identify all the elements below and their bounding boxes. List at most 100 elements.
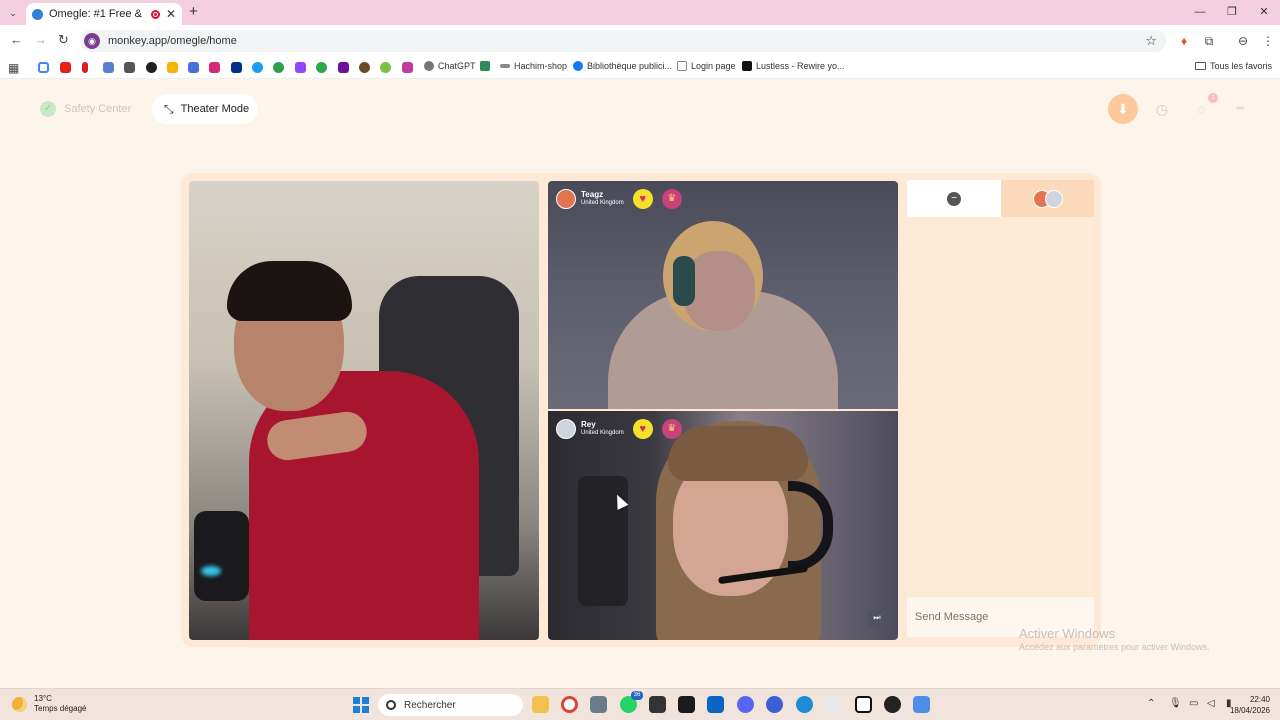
bookmark-bibliotheque[interactable]: Bibliothèque publici... <box>573 61 672 71</box>
headphones-image <box>673 256 695 306</box>
browser-menu-icon[interactable]: ⋮ <box>1261 34 1275 48</box>
taskbar-search[interactable]: Rechercher <box>378 694 523 716</box>
bookmark-bar-icon <box>500 64 510 68</box>
all-bookmarks[interactable]: Tous les favoris <box>1194 61 1272 71</box>
twitch-bookmark-icon[interactable] <box>295 62 306 73</box>
profile-icon[interactable]: ⊖ <box>1236 34 1250 48</box>
github-bookmark-icon[interactable] <box>146 62 157 73</box>
windows-activation-watermark: Activer Windows Accédez aux paramètres p… <box>1019 626 1210 652</box>
tiktok-icon <box>742 61 752 71</box>
microsoft-bookmark-icon[interactable] <box>167 62 178 73</box>
address-toolbar: ← → ↻ ◉ monkey.app/omegle/home ☆ ♦ ⧉ ⊖ ⋮ <box>0 25 1280 57</box>
maximize-window-icon[interactable]: ❐ <box>1216 0 1248 25</box>
user-country: United Kingdom <box>581 430 624 436</box>
apps-grid-icon[interactable]: ▦ <box>8 61 19 75</box>
figma-icon[interactable] <box>678 696 695 713</box>
chat-tab-participants[interactable] <box>1001 180 1094 217</box>
expand-icon: ⤡ <box>164 101 174 116</box>
watermark-subtitle: Accédez aux paramètres pour activer Wind… <box>1019 642 1210 652</box>
url-text: monkey.app/omegle/home <box>108 35 237 47</box>
download-button[interactable]: ⬇ <box>1108 94 1138 124</box>
system-clock[interactable]: 22:40 18/04/2026 <box>1230 694 1270 716</box>
user-tag-bottom[interactable]: Rey United Kingdom ♥ ♛ <box>556 418 682 440</box>
heart-icon[interactable]: ♥ <box>632 189 653 209</box>
capcut-icon[interactable] <box>649 696 666 713</box>
theater-mode-button[interactable]: ⤡ Theater Mode <box>152 94 258 124</box>
edge-icon[interactable] <box>796 696 813 713</box>
mic-light-image <box>201 566 221 576</box>
messenger-bookmark-icon[interactable] <box>188 62 199 73</box>
paypal-bookmark-icon[interactable] <box>231 62 242 73</box>
microphone-icon[interactable]: 🎙︎ <box>1169 698 1182 709</box>
tool-app-icon[interactable] <box>825 696 842 713</box>
avatar <box>556 189 576 209</box>
calculator-icon[interactable] <box>590 696 607 713</box>
windows-taskbar: 13°C Temps dégagé Rechercher 36 ⌃ 🎙︎ ▭ ◁… <box>0 688 1280 720</box>
app-icon[interactable] <box>766 696 783 713</box>
netflix-bookmark-icon[interactable] <box>82 62 88 73</box>
youtube-bookmark-icon[interactable] <box>60 62 71 73</box>
reload-icon[interactable]: ↻ <box>58 32 69 48</box>
new-tab-plus-icon[interactable]: + <box>189 3 198 20</box>
translate-bookmark-icon[interactable] <box>103 62 114 73</box>
bookmark-chatgpt[interactable]: ChatGPT <box>424 61 476 71</box>
notification-badge: 1 <box>1208 93 1218 103</box>
minimize-window-icon[interactable]: — <box>1184 0 1216 25</box>
bookmark-app-icon[interactable] <box>402 62 413 73</box>
safety-center-link[interactable]: ✓ Safety Center <box>40 95 131 123</box>
bookmark-star-icon[interactable]: ☆ <box>1145 33 1157 49</box>
bookmark-app-icon[interactable] <box>273 62 284 73</box>
bookmark-hachim-shop[interactable]: Hachim-shop <box>500 61 567 71</box>
file-explorer-icon[interactable] <box>532 696 549 713</box>
metamask-extension-icon[interactable]: ♦ <box>1177 34 1191 48</box>
app-icon[interactable] <box>913 696 930 713</box>
start-windows-icon[interactable] <box>353 697 369 713</box>
tool-bookmark-icon[interactable] <box>124 62 135 73</box>
search-icon <box>386 700 396 710</box>
gift-badge-icon[interactable]: ♛ <box>661 189 682 209</box>
username: Teagz <box>581 190 604 199</box>
stranger-video-top: Teagz United Kingdom ♥ ♛ <box>548 181 898 409</box>
url-bar[interactable]: ◉ monkey.app/omegle/home ☆ <box>80 30 1166 52</box>
extensions-puzzle-icon[interactable]: ⧉ <box>1202 34 1216 48</box>
yahoo-bookmark-icon[interactable] <box>338 62 349 73</box>
bookmark-app-icon[interactable] <box>316 62 327 73</box>
notion-icon[interactable] <box>855 696 872 713</box>
gift-badge-icon[interactable]: ♛ <box>661 419 682 439</box>
google-bookmark-icon[interactable] <box>38 62 49 73</box>
network-icon[interactable]: ▭ <box>1189 698 1198 709</box>
skip-forward-button[interactable]: ⏭ <box>868 610 886 626</box>
clock-time: 22:40 <box>1249 695 1270 704</box>
obs-icon[interactable] <box>884 696 901 713</box>
page-icon <box>677 61 687 71</box>
chrome-icon[interactable] <box>561 696 578 713</box>
user-tag-top[interactable]: Teagz United Kingdom ♥ ♛ <box>556 188 682 210</box>
site-info-icon[interactable]: ◉ <box>84 33 100 49</box>
volume-icon[interactable]: ◁ <box>1207 698 1215 709</box>
vscode-icon[interactable] <box>707 696 724 713</box>
discord-icon[interactable] <box>737 696 754 713</box>
close-window-icon[interactable]: ✕ <box>1248 0 1280 25</box>
whatsapp-badge: 36 <box>631 691 643 700</box>
bookmark-lustless[interactable]: Lustless - Rewire yo... <box>742 61 845 71</box>
bookmark-app-icon[interactable] <box>380 62 391 73</box>
bookmark-app-icon[interactable] <box>359 62 370 73</box>
history-clock-icon[interactable]: ◷ <box>1147 94 1177 124</box>
meta-icon <box>573 61 583 71</box>
bookmark-app-icon[interactable] <box>252 62 263 73</box>
tray-chevron-up-icon[interactable]: ⌃ <box>1147 698 1155 709</box>
weather-widget[interactable]: 13°C Temps dégagé <box>12 694 86 714</box>
bookmark-medium[interactable] <box>480 61 490 71</box>
instagram-bookmark-icon[interactable] <box>209 62 220 73</box>
clock-date: 18/04/2026 <box>1229 706 1270 715</box>
menu-icon[interactable]: ═ <box>1225 94 1255 124</box>
close-tab-icon[interactable]: ✕ <box>166 7 176 21</box>
search-label: Rechercher <box>404 699 456 711</box>
forward-arrow-icon[interactable]: → <box>34 32 47 47</box>
bookmark-login-page[interactable]: Login page <box>677 61 736 71</box>
chat-tab-minimize[interactable]: − <box>907 180 1001 217</box>
back-arrow-icon[interactable]: ← <box>10 32 23 47</box>
heart-icon[interactable]: ♥ <box>632 419 653 439</box>
tab-search-chevron-icon[interactable]: ⌄ <box>4 4 22 22</box>
browser-tab[interactable]: Omegle: #1 Free & Safe Vid ✕ <box>26 3 182 25</box>
